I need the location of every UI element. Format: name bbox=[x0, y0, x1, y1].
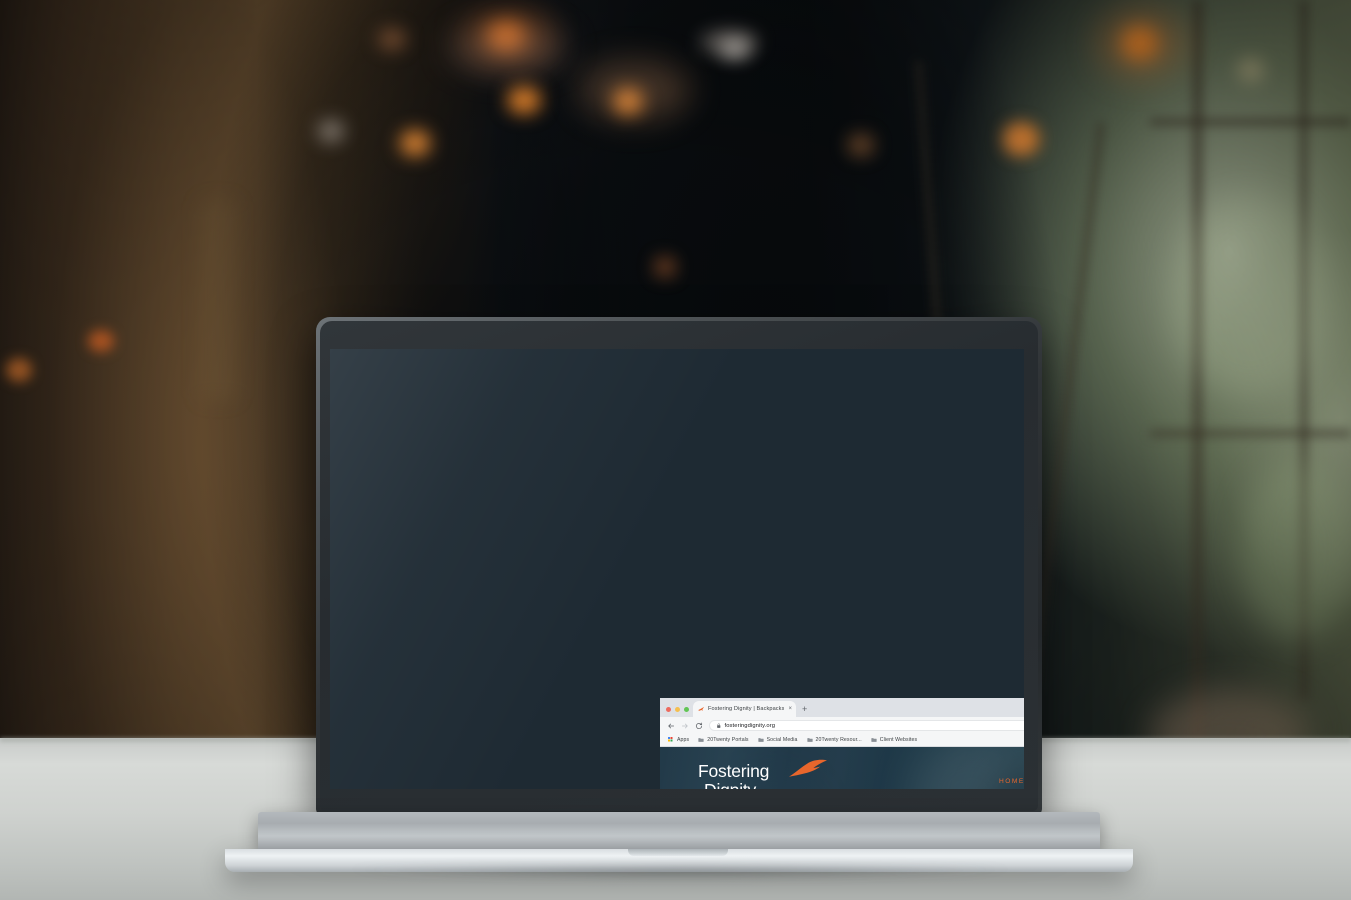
folder-icon bbox=[806, 738, 813, 742]
close-window-button[interactable] bbox=[666, 707, 671, 712]
window-controls[interactable] bbox=[664, 707, 693, 717]
bookmarks-bar: Apps 20Twenty Portals Social Media 20Twe… bbox=[660, 734, 1024, 747]
orange-bird-logo-icon bbox=[789, 759, 827, 777]
laptop-drop-shadow bbox=[230, 868, 1130, 894]
site-logo[interactable]: Fostering Dignity bbox=[698, 759, 827, 790]
bookmark-20twenty-portals[interactable]: 20Twenty Portals bbox=[698, 737, 749, 743]
logo-text-line2: Dignity bbox=[704, 781, 769, 790]
bookmark-20twenty-resources[interactable]: 20Twenty Resour... bbox=[806, 737, 862, 743]
folder-icon bbox=[758, 738, 764, 742]
bookmark-label: Client Websites bbox=[879, 737, 918, 743]
browser-tab-active[interactable]: Fostering Dignity | Backpacks × bbox=[693, 701, 796, 717]
bookmark-label: 20Twenty Resour... bbox=[815, 737, 862, 743]
laptop-base-deck bbox=[258, 812, 1100, 852]
maximize-window-button[interactable] bbox=[684, 707, 689, 712]
logo-text-line1: Fostering bbox=[698, 761, 770, 781]
bookmark-label: 20Twenty Portals bbox=[707, 737, 749, 743]
laptop-lid-notch bbox=[628, 849, 728, 856]
bookmark-social-media[interactable]: Social Media bbox=[758, 737, 798, 743]
back-arrow-icon[interactable] bbox=[667, 722, 675, 730]
close-icon[interactable]: × bbox=[788, 706, 792, 712]
screenshot-scene: Fostering Dignity | Backpacks × + foster… bbox=[0, 0, 1351, 900]
address-bar-url: fosteringdignity.org bbox=[724, 722, 776, 729]
lock-icon bbox=[717, 723, 721, 728]
apps-grid-icon bbox=[668, 737, 673, 742]
site-header: Fostering Dignity HOME ABOUT FAQ CONTACT… bbox=[660, 747, 1024, 789]
browser-tab-title: Fostering Dignity | Backpacks bbox=[708, 706, 785, 712]
new-tab-button[interactable]: + bbox=[796, 705, 813, 717]
laptop-device: Fostering Dignity | Backpacks × + foster… bbox=[0, 0, 1351, 900]
browser-toolbar: fosteringdignity.org bbox=[660, 717, 1024, 734]
laptop-brand-label bbox=[640, 333, 720, 343]
browser-tabstrip: Fostering Dignity | Backpacks × + bbox=[660, 698, 1024, 717]
bookmark-label: Apps bbox=[677, 737, 690, 743]
forward-arrow-icon[interactable] bbox=[681, 722, 689, 730]
bookmark-apps[interactable]: Apps bbox=[668, 737, 689, 743]
site-nav: HOME ABOUT FAQ CONTACT DONATE bbox=[981, 771, 1024, 790]
orange-bird-favicon-icon bbox=[698, 706, 705, 711]
bookmark-client-websites[interactable]: Client Websites bbox=[871, 737, 917, 743]
nav-item-home[interactable]: HOME bbox=[981, 778, 1024, 785]
website-viewport: Fostering Dignity HOME ABOUT FAQ CONTACT… bbox=[660, 747, 1024, 789]
laptop-screen: Fostering Dignity | Backpacks × + foster… bbox=[330, 349, 1024, 789]
minimize-window-button[interactable] bbox=[675, 707, 680, 712]
folder-icon bbox=[698, 738, 704, 742]
reload-icon[interactable] bbox=[695, 722, 703, 730]
folder-icon bbox=[871, 738, 877, 742]
bookmark-label: Social Media bbox=[766, 737, 798, 743]
address-bar[interactable]: fosteringdignity.org bbox=[709, 720, 1024, 731]
browser-window: Fostering Dignity | Backpacks × + foster… bbox=[660, 698, 1024, 789]
